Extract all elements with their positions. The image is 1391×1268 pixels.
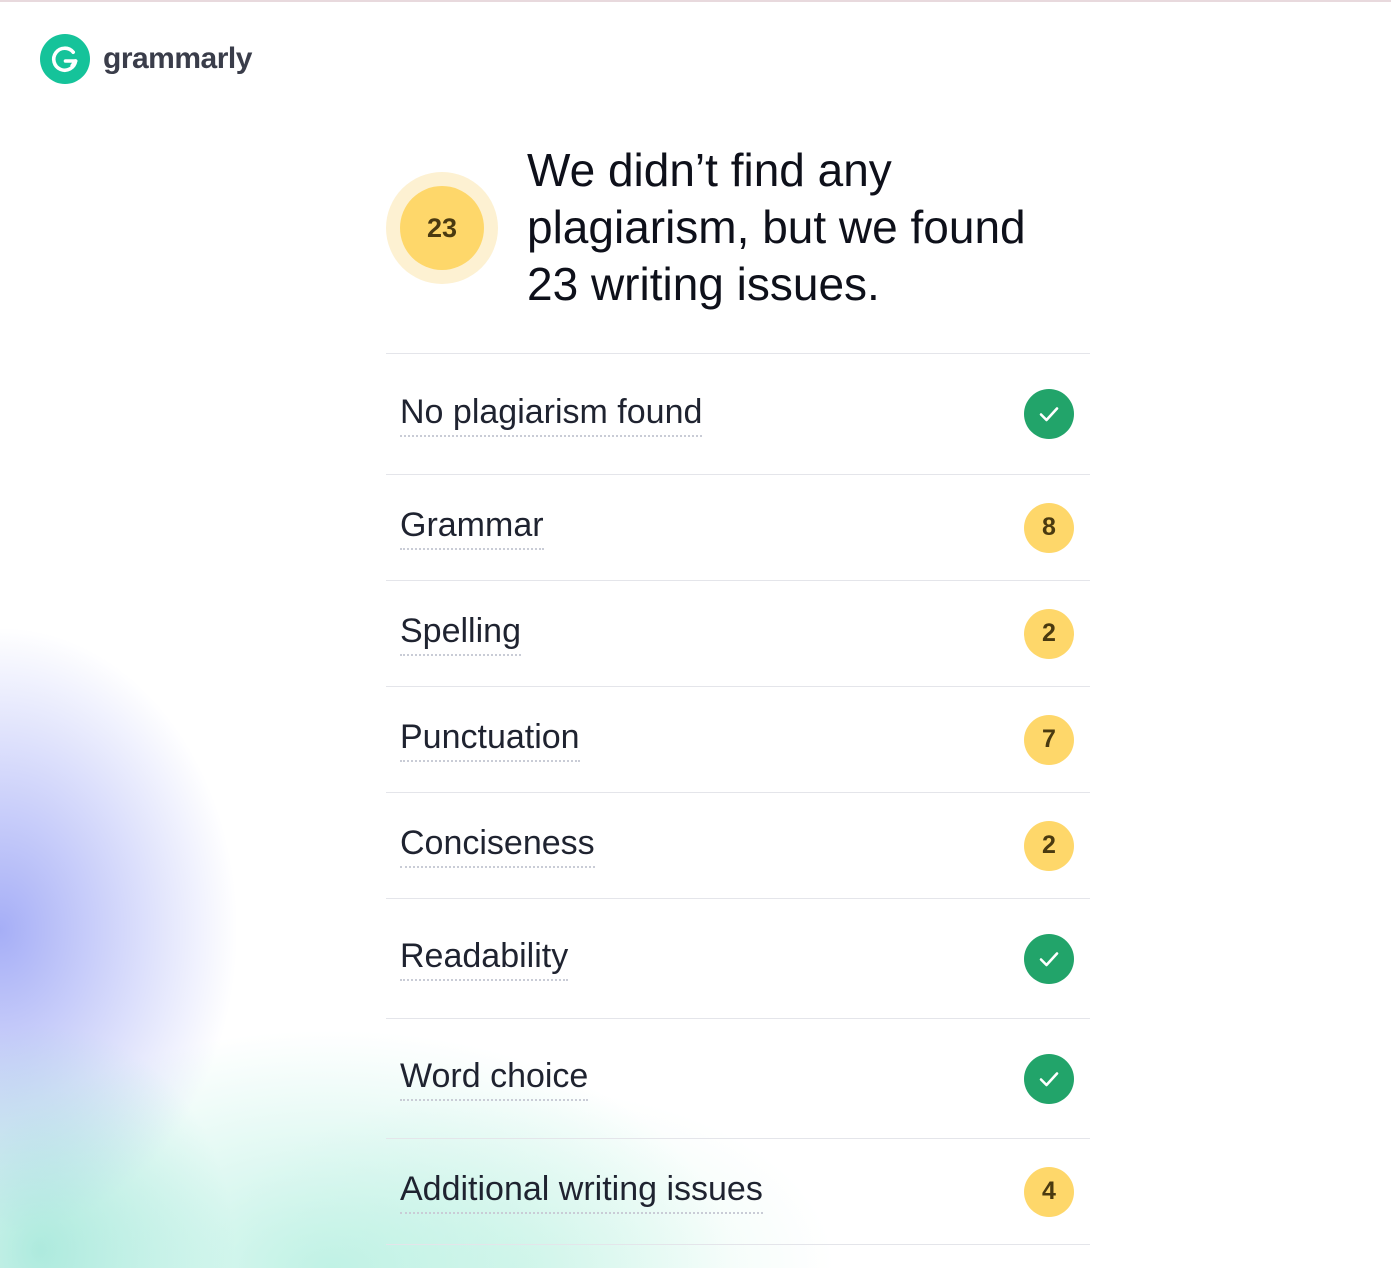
issue-count-badge: 2: [1024, 820, 1074, 871]
check-circle-icon: [1024, 389, 1074, 439]
grammarly-logo[interactable]: grammarly: [40, 34, 252, 84]
check-label[interactable]: Conciseness: [400, 823, 595, 868]
check-row-word-choice[interactable]: Word choice: [386, 1018, 1090, 1138]
check-label[interactable]: Word choice: [400, 1056, 589, 1101]
check-label[interactable]: Additional writing issues: [400, 1169, 763, 1214]
summary-headline: We didn’t find any plagiarism, but we fo…: [527, 144, 1026, 310]
check-row-readability[interactable]: Readability: [386, 898, 1090, 1018]
check-row-conciseness[interactable]: Conciseness 2: [386, 792, 1090, 898]
issue-count-badge: 7: [1024, 714, 1074, 765]
check-row-plagiarism[interactable]: No plagiarism found: [386, 353, 1090, 474]
grammarly-g-icon: [40, 34, 90, 84]
issue-count-badge: 8: [1024, 502, 1074, 553]
check-row-additional-issues[interactable]: Additional writing issues 4: [386, 1138, 1090, 1245]
check-label[interactable]: Spelling: [400, 611, 521, 656]
check-row-punctuation[interactable]: Punctuation 7: [386, 686, 1090, 792]
total-issues-badge: 23: [386, 172, 498, 284]
check-circle-icon: [1024, 933, 1074, 984]
total-issues-count: 23: [400, 186, 484, 270]
issue-count-badge: 4: [1024, 1166, 1074, 1217]
checks-list: No plagiarism found Grammar 8 Spelling 2…: [386, 353, 1090, 1245]
check-label[interactable]: Readability: [400, 936, 569, 981]
check-row-spelling[interactable]: Spelling 2: [386, 580, 1090, 686]
check-label[interactable]: Grammar: [400, 505, 544, 550]
logo-wordmark: grammarly: [103, 42, 252, 75]
issue-count-badge: 2: [1024, 608, 1074, 659]
check-circle-icon: [1024, 1053, 1074, 1104]
check-row-grammar[interactable]: Grammar 8: [386, 474, 1090, 580]
check-label[interactable]: No plagiarism found: [400, 392, 703, 437]
top-border: [0, 0, 1391, 2]
check-label[interactable]: Punctuation: [400, 717, 580, 762]
